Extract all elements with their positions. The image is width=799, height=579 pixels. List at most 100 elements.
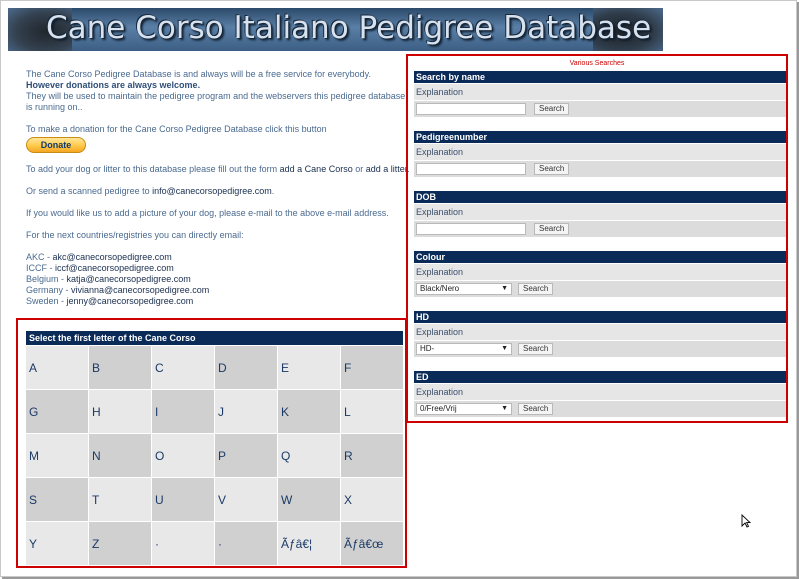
contact-item: Sweden - jenny@canecorsopedigree.com	[26, 296, 411, 307]
search-input[interactable]	[416, 163, 526, 175]
search-explanation: Explanation	[414, 264, 786, 280]
search-select-value: 0/Free/Vrij	[420, 404, 457, 413]
letter-cell[interactable]: C	[152, 346, 214, 389]
letter-cell[interactable]: ·	[215, 522, 277, 565]
letter-cell[interactable]: F	[341, 346, 403, 389]
search-select[interactable]: HD- ▼	[416, 343, 512, 355]
donate-text: To make a donation for the Cane Corso Pe…	[26, 124, 327, 134]
scan-text: Or send a scanned pedigree to info@canec…	[26, 186, 411, 197]
search-button[interactable]: Search	[518, 403, 554, 415]
scan-text-pre: Or send a scanned pedigree to	[26, 186, 153, 196]
letter-selector-header: Select the first letter of the Cane Cors…	[26, 331, 403, 345]
letter-grid: A B C D E F G H I J K L M N O P Q R S T U V W X Y Z · · Ãƒâ€¦ Ãƒâ€œ	[26, 346, 403, 565]
contact-email-link[interactable]: katja@canecorsopedigree.com	[67, 274, 191, 284]
contact-label: Sweden -	[26, 296, 67, 306]
scan-text-post: .	[271, 186, 275, 196]
add-cane-corso-link[interactable]: add a Cane Corso	[280, 164, 353, 174]
search-explanation: Explanation	[414, 384, 786, 400]
search-section: DOB Explanation Search	[414, 191, 786, 237]
letter-cell[interactable]: ·	[152, 522, 214, 565]
letter-cell[interactable]: Q	[278, 434, 340, 477]
chevron-down-icon: ▼	[501, 405, 508, 412]
info-email-link[interactable]: info@canecorsopedigree.com	[152, 186, 272, 196]
contact-item: AKC - akc@canecorsopedigree.com	[26, 252, 411, 263]
letter-cell[interactable]: R	[341, 434, 403, 477]
search-select[interactable]: Black/Nero ▼	[416, 283, 512, 295]
contact-email-link[interactable]: iccf@canecorsopedigree.com	[55, 263, 174, 273]
search-select[interactable]: 0/Free/Vrij ▼	[416, 403, 512, 415]
search-section: Colour Explanation Black/Nero ▼ Search	[414, 251, 786, 297]
search-button[interactable]: Search	[518, 283, 554, 295]
letter-cell[interactable]: M	[26, 434, 88, 477]
contact-item: Belgium - katja@canecorsopedigree.com	[26, 274, 411, 285]
search-explanation: Explanation	[414, 84, 786, 100]
search-select-value: HD-	[420, 344, 435, 353]
search-input[interactable]	[416, 223, 526, 235]
chevron-down-icon: ▼	[501, 345, 508, 352]
letter-selector-panel: Select the first letter of the Cane Cors…	[16, 318, 407, 568]
search-explanation: Explanation	[414, 324, 786, 340]
search-button[interactable]: Search	[518, 343, 554, 355]
letter-cell[interactable]: J	[215, 390, 277, 433]
letter-cell[interactable]: E	[278, 346, 340, 389]
add-text-mid: or	[352, 164, 366, 174]
search-button[interactable]: Search	[534, 223, 570, 235]
letter-cell[interactable]: Z	[89, 522, 151, 565]
chevron-down-icon: ▼	[501, 285, 508, 292]
search-section: HD Explanation HD- ▼ Search	[414, 311, 786, 357]
search-section-title: Search by name	[414, 71, 786, 83]
letter-cell[interactable]: U	[152, 478, 214, 521]
letter-cell[interactable]: O	[152, 434, 214, 477]
search-row: Search	[414, 101, 786, 117]
intro-line-1: The Cane Corso Pedigree Database is and …	[26, 69, 372, 79]
search-section-title: HD	[414, 311, 786, 323]
search-row: 0/Free/Vrij ▼ Search	[414, 401, 786, 417]
contact-email-link[interactable]: jenny@canecorsopedigree.com	[67, 296, 194, 306]
search-select-value: Black/Nero	[420, 284, 460, 293]
letter-cell[interactable]: A	[26, 346, 88, 389]
letter-cell[interactable]: P	[215, 434, 277, 477]
add-litter-link[interactable]: add a litter	[366, 164, 408, 174]
contact-item: Germany - vivianna@canecorsopedigree.com	[26, 285, 411, 296]
contact-email-link[interactable]: akc@canecorsopedigree.com	[53, 252, 172, 262]
searches-panel: Various Searches Search by name Explanati…	[406, 54, 788, 423]
letter-cell[interactable]: I	[152, 390, 214, 433]
letter-cell[interactable]: X	[341, 478, 403, 521]
search-button[interactable]: Search	[534, 103, 570, 115]
letter-cell[interactable]: D	[215, 346, 277, 389]
search-row: Search	[414, 161, 786, 177]
search-section-title: Pedigreenumber	[414, 131, 786, 143]
countries-text: For the next countries/registries you ca…	[26, 230, 244, 240]
search-input[interactable]	[416, 103, 526, 115]
intro-line-2: However donations are always welcome.	[26, 80, 201, 90]
contact-label: Belgium -	[26, 274, 67, 284]
donate-button[interactable]: Donate	[26, 137, 86, 153]
letter-cell[interactable]: Ãƒâ€œ	[341, 522, 403, 565]
contact-label: ICCF -	[26, 263, 55, 273]
letter-cell[interactable]: K	[278, 390, 340, 433]
letter-cell[interactable]: G	[26, 390, 88, 433]
letter-cell[interactable]: N	[89, 434, 151, 477]
letter-cell[interactable]: Ãƒâ€¦	[278, 522, 340, 565]
letter-cell[interactable]: Y	[26, 522, 88, 565]
searches-caption: Various Searches	[569, 60, 625, 67]
search-section: Pedigreenumber Explanation Search	[414, 131, 786, 177]
letter-cell[interactable]: V	[215, 478, 277, 521]
letter-cell[interactable]: L	[341, 390, 403, 433]
search-row: HD- ▼ Search	[414, 341, 786, 357]
contacts-list: AKC - akc@canecorsopedigree.com ICCF - ic…	[26, 252, 411, 307]
contact-label: Germany -	[26, 285, 72, 295]
letter-cell[interactable]: W	[278, 478, 340, 521]
add-dog-text: To add your dog or litter to this databa…	[26, 164, 411, 175]
search-explanation: Explanation	[414, 204, 786, 220]
letter-cell[interactable]: T	[89, 478, 151, 521]
search-row: Black/Nero ▼ Search	[414, 281, 786, 297]
search-section: Search by name Explanation Search	[414, 71, 786, 117]
site-title: Cane Corso Italiano Pedigree Database	[46, 10, 652, 46]
letter-cell[interactable]: S	[26, 478, 88, 521]
intro-line-3: They will be used to maintain the pedigr…	[26, 91, 406, 112]
contact-email-link[interactable]: vivianna@canecorsopedigree.com	[71, 285, 209, 295]
letter-cell[interactable]: H	[89, 390, 151, 433]
search-button[interactable]: Search	[534, 163, 570, 175]
letter-cell[interactable]: B	[89, 346, 151, 389]
